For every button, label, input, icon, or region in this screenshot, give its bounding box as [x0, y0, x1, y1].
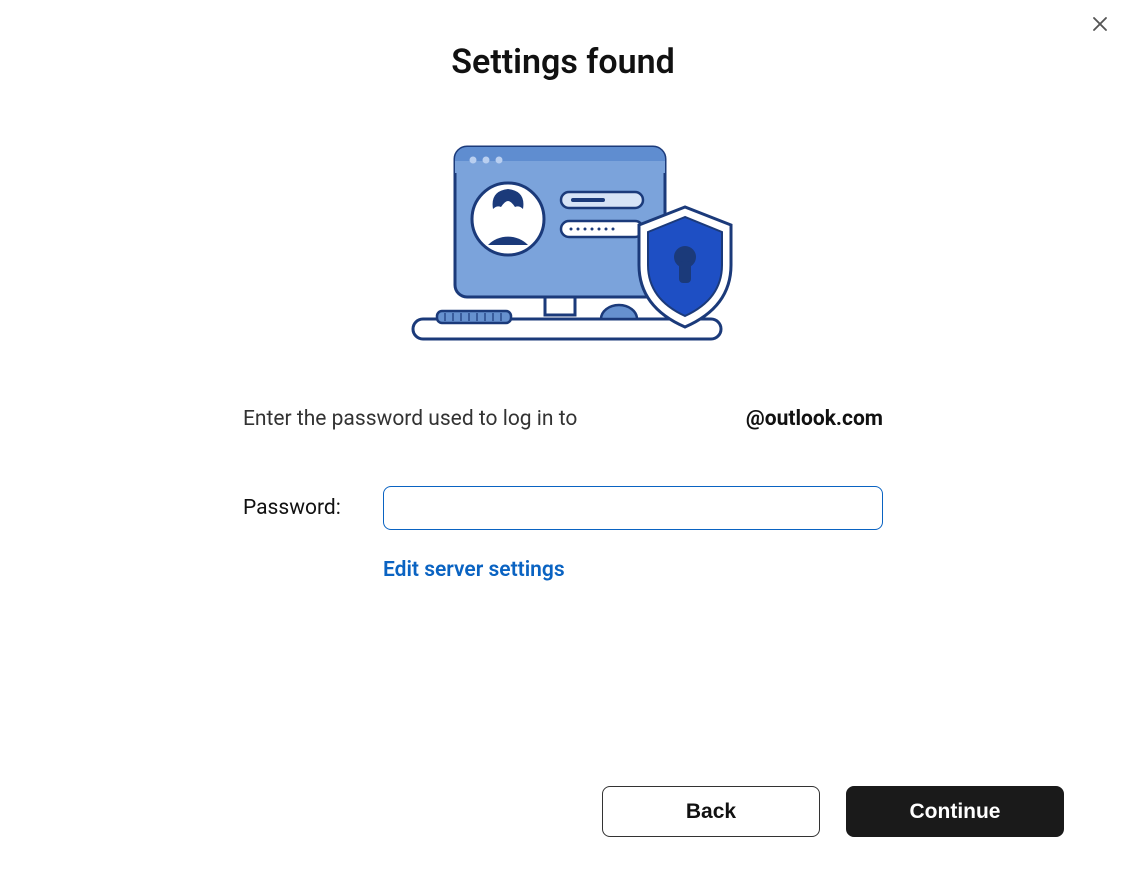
button-row: Back Continue — [602, 786, 1064, 837]
password-label: Password: — [243, 496, 383, 520]
continue-button[interactable]: Continue — [846, 786, 1064, 837]
password-row: Password: — [243, 486, 883, 530]
settings-found-dialog: Settings found — [0, 0, 1126, 582]
login-illustration — [393, 137, 733, 347]
back-button[interactable]: Back — [602, 786, 820, 837]
dialog-title: Settings found — [451, 42, 674, 82]
password-input[interactable] — [383, 486, 883, 530]
link-row: Edit server settings — [243, 558, 883, 582]
instruction-text: Enter the password used to log in to — [243, 407, 577, 431]
instruction-row: Enter the password used to log in to @ou… — [243, 407, 883, 431]
close-icon — [1091, 15, 1109, 37]
email-display: @outlook.com — [746, 407, 883, 431]
edit-server-settings-link[interactable]: Edit server settings — [383, 558, 565, 582]
close-button[interactable] — [1088, 14, 1112, 38]
